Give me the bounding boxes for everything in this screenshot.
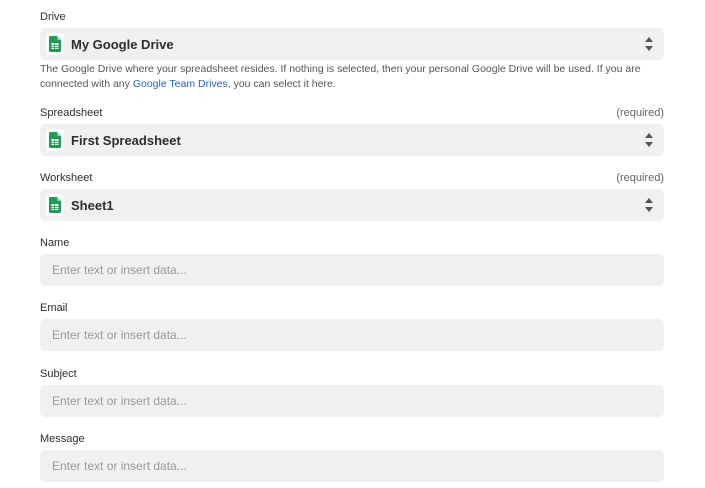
worksheet-select-value: Sheet1 [71,197,114,213]
email-input[interactable] [40,319,664,351]
message-label: Message [40,433,85,445]
worksheet-field: Worksheet (required) Sheet1 [40,171,664,221]
message-input[interactable] [40,450,664,482]
spreadsheet-select-value: First Spreadsheet [71,132,181,148]
spreadsheet-label: Spreadsheet [40,107,103,119]
drive-field: Drive My Google Drive [40,10,664,60]
spreadsheet-required-badge: (required) [616,107,664,119]
google-team-drives-link[interactable]: Google Team Drives [133,78,228,90]
spreadsheet-select[interactable]: First Spreadsheet [40,124,664,156]
email-label: Email [40,302,68,314]
google-sheets-icon [46,129,64,151]
drive-select-value: My Google Drive [71,36,174,52]
form-panel: Drive My Google Drive The Google Drive w… [0,0,706,488]
spreadsheet-field: Spreadsheet (required) First Spreadsheet [40,106,664,156]
drive-help-before: The Google Drive where your spreadsheet … [40,63,641,90]
chevron-up-down-icon [645,133,653,147]
drive-select[interactable]: My Google Drive [40,28,664,60]
name-input[interactable] [40,254,664,286]
google-sheets-icon [46,33,64,55]
worksheet-label: Worksheet [40,172,93,184]
worksheet-required-badge: (required) [616,172,664,184]
drive-help-after: , you can select it here. [227,78,336,90]
worksheet-select[interactable]: Sheet1 [40,189,664,221]
subject-input[interactable] [40,385,664,417]
name-field: Name [40,236,664,286]
email-field: Email [40,301,664,351]
drive-label: Drive [40,11,66,23]
chevron-up-down-icon [645,198,653,212]
message-field: Message [40,432,664,482]
drive-help-text: The Google Drive where your spreadsheet … [40,62,670,92]
name-label: Name [40,237,70,249]
subject-label: Subject [40,368,77,380]
chevron-up-down-icon [645,37,653,51]
subject-field: Subject [40,367,664,417]
google-sheets-icon [46,194,64,216]
